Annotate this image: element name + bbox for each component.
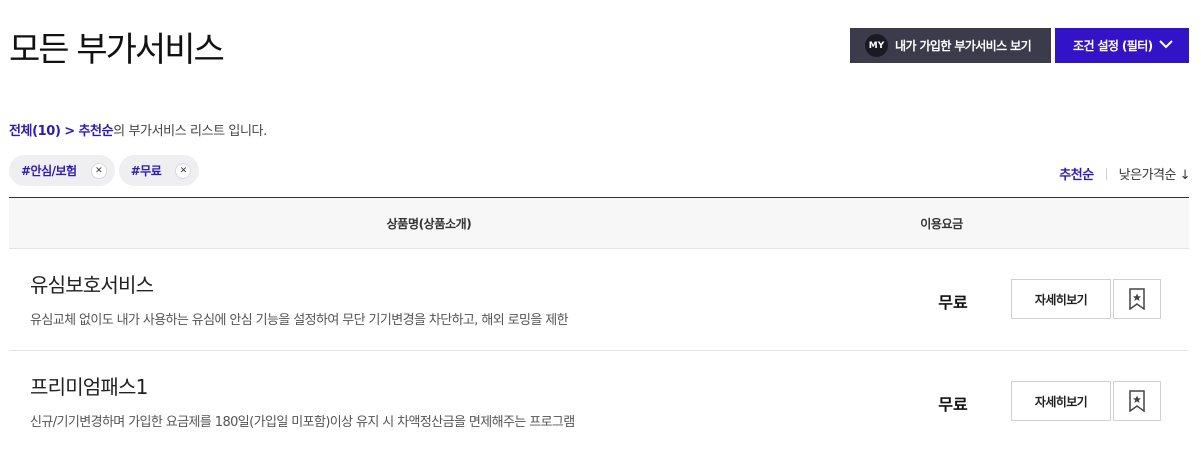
summary-suffix: 의 부가서비스 리스트 입니다.	[113, 124, 267, 139]
column-header-name: 상품명(상품소개)	[386, 217, 472, 231]
filter-button-label: 조건 설정 (필터)	[1073, 39, 1153, 53]
active-filter-tags: #안심/보험 ✕ #무료 ✕	[9, 155, 200, 186]
service-description: 유심교체 없이도 내가 사용하는 유심에 안심 기능을 설정하여 무단 기기변경…	[30, 313, 569, 328]
filter-tag-label: #안심/보험	[21, 164, 77, 178]
service-description: 신규/기기변경하며 가입한 요금제를 180일(가입일 미포함)이상 유지 시 …	[30, 415, 575, 430]
my-badge-icon: MY	[865, 34, 888, 57]
filter-tag: #무료 ✕	[118, 155, 200, 186]
sort-low-price[interactable]: 낮은가격순 ↓	[1119, 164, 1191, 183]
service-fee: 무료	[938, 293, 968, 312]
filter-tag-label: #무료	[130, 164, 162, 178]
filter-tag: #안심/보험 ✕	[9, 155, 115, 186]
chevron-down-icon	[1159, 40, 1173, 49]
page-title: 모든 부가서비스	[9, 30, 225, 70]
sort-recommended[interactable]: 추천순	[1059, 164, 1094, 183]
service-title: 프리미엄패스1	[30, 375, 148, 399]
summary-total: 전체(10)	[9, 124, 61, 139]
filter-button[interactable]: 조건 설정 (필터)	[1055, 28, 1189, 63]
page: 모든 부가서비스 MY 내가 가입한 부가서비스 보기 조건 설정 (필터) 전…	[0, 0, 1201, 452]
bookmark-star-icon	[1129, 288, 1145, 310]
sort-options: 추천순 낮은가격순 ↓	[1059, 164, 1191, 183]
result-summary: 전체(10) > 추천순의 부가서비스 리스트 입니다.	[9, 120, 267, 139]
column-header-fee: 이용요금	[920, 217, 963, 231]
service-title: 유심보호서비스	[30, 273, 154, 297]
detail-button[interactable]: 자세히보기	[1011, 279, 1111, 319]
my-services-label: 내가 가입한 부가서비스 보기	[895, 39, 1032, 53]
my-services-button[interactable]: MY 내가 가입한 부가서비스 보기	[850, 28, 1051, 63]
service-fee: 무료	[938, 395, 968, 414]
detail-button[interactable]: 자세히보기	[1011, 381, 1111, 421]
bookmark-star-icon	[1129, 390, 1145, 412]
bookmark-button[interactable]	[1113, 381, 1161, 421]
bookmark-button[interactable]	[1113, 279, 1161, 319]
close-icon[interactable]: ✕	[90, 162, 107, 179]
table-header: 상품명(상품소개) 이용요금	[9, 197, 1189, 249]
sort-divider	[1105, 167, 1107, 180]
summary-sort: 추천순	[78, 124, 114, 139]
summary-separator: >	[64, 124, 75, 139]
table-row: 유심보호서비스 유심교체 없이도 내가 사용하는 유심에 안심 기능을 설정하여…	[9, 249, 1189, 351]
table-row: 프리미엄패스1 신규/기기변경하며 가입한 요금제를 180일(가입일 미포함)…	[9, 351, 1189, 452]
close-icon[interactable]: ✕	[175, 162, 192, 179]
